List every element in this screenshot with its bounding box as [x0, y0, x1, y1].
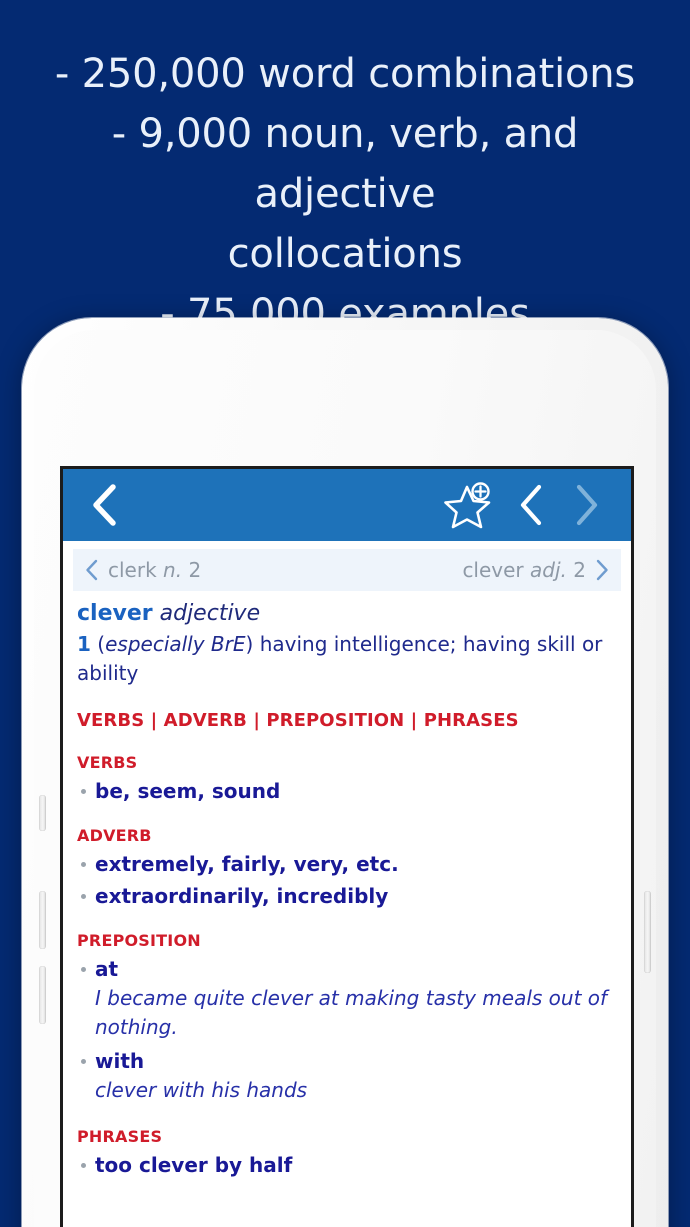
collocation-item[interactable]: at — [77, 957, 617, 982]
previous-entry-label: clerk n. 2 — [108, 558, 201, 582]
chevron-right-icon[interactable] — [565, 482, 609, 528]
collocation-item[interactable]: be, seem, sound — [77, 779, 617, 804]
chevron-left-icon — [83, 558, 100, 582]
chevron-left-icon[interactable] — [509, 482, 553, 528]
next-entry-word: clever — [462, 558, 524, 582]
next-entry-pos: adj. — [530, 558, 567, 582]
silent-switch-button[interactable] — [39, 795, 46, 831]
entry-headword[interactable]: clever — [77, 601, 153, 626]
next-entry-sense: 2 — [573, 558, 586, 582]
next-entry-label: clever adj. 2 — [462, 558, 586, 582]
previous-entry-link[interactable]: clerk n. 2 — [83, 558, 201, 582]
volume-up-button[interactable] — [39, 891, 46, 949]
headline-line-3: collocations — [227, 231, 463, 277]
word-navigation-bar: clerk n. 2 clever adj. 2 — [73, 549, 621, 591]
section-header-preposition: PREPOSITION — [77, 931, 201, 950]
app-screen: clerk n. 2 clever adj. 2 clever adjectiv… — [60, 466, 634, 1227]
previous-entry-word: clerk — [108, 558, 157, 582]
power-button[interactable] — [644, 891, 651, 973]
sense-number: 1 — [77, 632, 91, 656]
chevron-right-icon — [594, 558, 611, 582]
app-toolbar — [63, 469, 631, 541]
collocation-item[interactable]: with — [77, 1049, 617, 1074]
collocation-category-menu[interactable]: VERBS | ADVERB | PREPOSITION | PHRASES — [77, 710, 617, 731]
entry-part-of-speech: adjective — [159, 601, 261, 626]
dictionary-entry: clever adjective 1 (especially BrE) havi… — [63, 591, 631, 1180]
volume-down-button[interactable] — [39, 966, 46, 1024]
headline-line-1: - 250,000 word combinations — [54, 51, 636, 97]
headline-line-2: - 9,000 noun, verb, and adjective — [111, 111, 579, 217]
entry-sense: 1 (especially BrE) having intelligence; … — [77, 632, 603, 685]
next-entry-link[interactable]: clever adj. 2 — [462, 558, 611, 582]
section-header-phrases: PHRASES — [77, 1127, 163, 1146]
entry-headword-row: clever adjective — [77, 601, 617, 627]
promo-headline: - 250,000 word combinations - 9,000 noun… — [0, 44, 690, 344]
section-header-verbs: VERBS — [77, 753, 138, 772]
collocation-item[interactable]: extraordinarily, incredibly — [77, 884, 617, 909]
previous-entry-pos: n. — [163, 558, 183, 582]
chevron-left-icon[interactable] — [81, 482, 127, 528]
collocation-item[interactable]: too clever by half — [77, 1153, 617, 1178]
example-sentence: I became quite clever at making tasty me… — [95, 986, 608, 1039]
collocation-item[interactable]: extremely, fairly, very, etc. — [77, 852, 617, 877]
section-header-adverb: ADVERB — [77, 826, 152, 845]
sense-register-label: especially BrE — [105, 632, 246, 656]
example-sentence: clever with his hands — [95, 1078, 308, 1102]
previous-entry-sense: 2 — [188, 558, 202, 582]
star-plus-icon[interactable] — [441, 478, 495, 532]
